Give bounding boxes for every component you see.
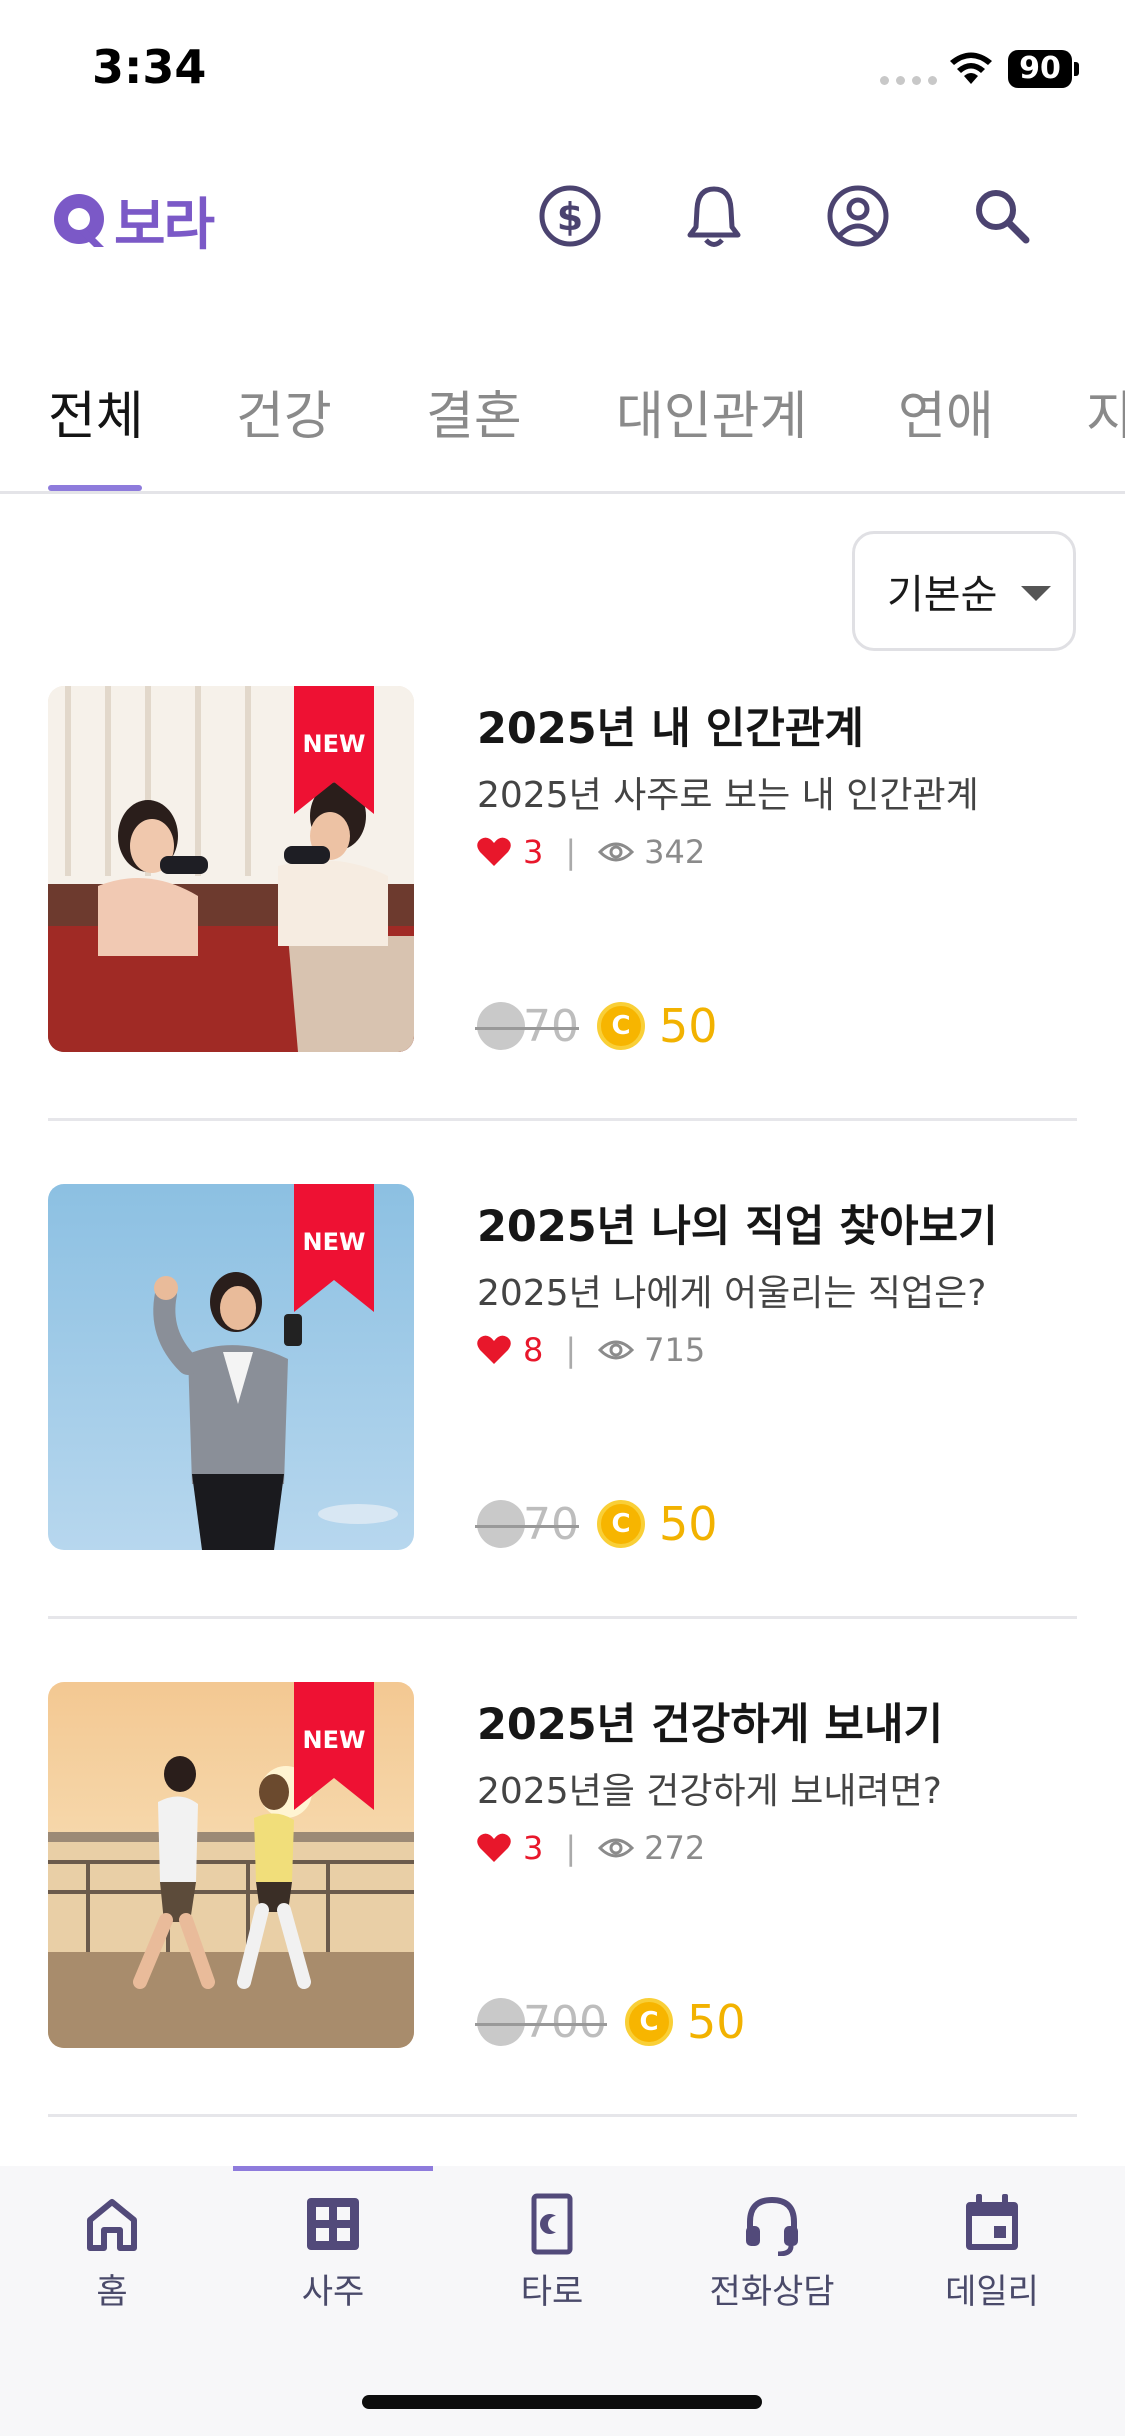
- svg-text:$: $: [557, 195, 583, 239]
- new-badge: NEW: [294, 686, 374, 814]
- original-price: 70: [475, 1499, 579, 1550]
- tab-health[interactable]: 건강: [236, 374, 332, 491]
- tarot-card-icon: [531, 2193, 573, 2255]
- battery-tip: [1074, 62, 1079, 76]
- view-count: 715: [644, 1331, 706, 1369]
- sale-price: 50: [686, 1995, 746, 2049]
- tab-more[interactable]: 지: [1086, 374, 1125, 491]
- item-title: 2025년 나의 직업 찾아보기: [477, 1202, 998, 1252]
- list-divider: [48, 1118, 1077, 1121]
- search-icon[interactable]: [966, 180, 1038, 252]
- logo-text: 보라: [114, 193, 215, 258]
- new-badge: NEW: [294, 1184, 374, 1312]
- item-title: 2025년 건강하게 보내기: [477, 1700, 944, 1750]
- app-header: 보라 $: [0, 160, 1125, 270]
- app-logo[interactable]: 보라: [48, 180, 215, 261]
- bell-icon[interactable]: [678, 180, 750, 252]
- stats-separator: |: [565, 833, 577, 871]
- cellular-signal-icon: [880, 76, 937, 85]
- original-price: 700: [475, 1997, 607, 2048]
- active-nav-indicator: [233, 2166, 433, 2171]
- eye-icon: [598, 842, 635, 862]
- tab-dating[interactable]: 연애: [898, 374, 994, 491]
- item-subtitle: 2025년 사주로 보는 내 인간관계: [477, 775, 979, 816]
- coin-dollar-icon[interactable]: $: [534, 180, 606, 252]
- grid-icon: [307, 2198, 359, 2250]
- sale-price: 50: [659, 1497, 718, 1551]
- logo-mark-icon: [54, 193, 104, 247]
- list-divider: [48, 2114, 1077, 2117]
- sort-label: 기본순: [887, 572, 998, 618]
- item-stats: 3 | 272: [477, 1828, 705, 1868]
- nav-home[interactable]: 홈: [12, 2192, 212, 2322]
- tab-relationships[interactable]: 대인관계: [616, 374, 807, 491]
- nav-phone-consult[interactable]: 전화상담: [672, 2192, 872, 2322]
- view-count: 272: [644, 1829, 706, 1867]
- stats-separator: |: [565, 1331, 577, 1369]
- sale-price: 50: [659, 999, 718, 1053]
- heart-icon: [477, 1335, 511, 1364]
- tab-marriage[interactable]: 결혼: [426, 374, 522, 491]
- list-item[interactable]: NEW 2025년 건강하게 보내기 2025년을 건강하게 보내려면? 3 |…: [0, 1682, 1125, 2180]
- original-price: 70: [475, 1001, 579, 1052]
- wifi-icon: [950, 52, 992, 84]
- nav-daily[interactable]: 데일리: [892, 2192, 1092, 2322]
- eye-icon: [598, 1838, 635, 1858]
- status-time: 3:34: [92, 40, 207, 94]
- item-subtitle: 2025년 나에게 어울리는 직업은?: [477, 1273, 987, 1314]
- nav-tarot[interactable]: 타로: [452, 2192, 652, 2322]
- like-count: 8: [523, 1331, 544, 1369]
- list-item[interactable]: NEW 2025년 나의 직업 찾아보기 2025년 나에게 어울리는 직업은?…: [0, 1184, 1125, 1682]
- calendar-icon: [966, 2194, 1018, 2250]
- stats-separator: |: [565, 1829, 577, 1867]
- item-thumbnail: NEW: [48, 1184, 414, 1550]
- active-tab-underline: [48, 485, 142, 491]
- list-divider: [48, 1616, 1077, 1619]
- coin-icon: C: [624, 1998, 673, 2046]
- item-stats: 8 | 715: [477, 1330, 705, 1370]
- category-tabs: 전체 건강 결혼 대인관계 연애 지: [0, 360, 1125, 494]
- item-thumbnail: NEW: [48, 1682, 414, 2048]
- new-badge: NEW: [294, 1682, 374, 1810]
- home-indicator[interactable]: [362, 2395, 762, 2409]
- item-price: 70 C 50: [475, 998, 718, 1054]
- sort-dropdown[interactable]: 기본순: [852, 531, 1076, 651]
- caret-down-icon: [1021, 586, 1051, 601]
- coin-icon: C: [597, 1002, 645, 1050]
- battery-level: 90: [1008, 50, 1072, 88]
- item-price: 700 C 50: [475, 1994, 746, 2050]
- eye-icon: [598, 1340, 635, 1360]
- view-count: 342: [644, 833, 706, 871]
- heart-icon: [477, 1833, 511, 1862]
- status-bar: 3:34 90: [0, 0, 1125, 140]
- list-item[interactable]: NEW 2025년 내 인간관계 2025년 사주로 보는 내 인간관계 3 |…: [0, 686, 1125, 1184]
- item-subtitle: 2025년을 건강하게 보내려면?: [477, 1771, 942, 1812]
- like-count: 3: [523, 833, 544, 871]
- profile-icon[interactable]: [822, 180, 894, 252]
- tab-all[interactable]: 전체: [48, 374, 144, 491]
- headset-icon: [746, 2196, 798, 2256]
- item-stats: 3 | 342: [477, 832, 705, 872]
- item-price: 70 C 50: [475, 1496, 718, 1552]
- item-title: 2025년 내 인간관계: [477, 704, 864, 754]
- like-count: 3: [523, 1829, 544, 1867]
- home-icon: [87, 2199, 137, 2251]
- heart-icon: [477, 837, 511, 866]
- item-thumbnail: NEW: [48, 686, 414, 1052]
- coin-icon: C: [597, 1500, 645, 1548]
- nav-saju[interactable]: 사주: [233, 2192, 433, 2322]
